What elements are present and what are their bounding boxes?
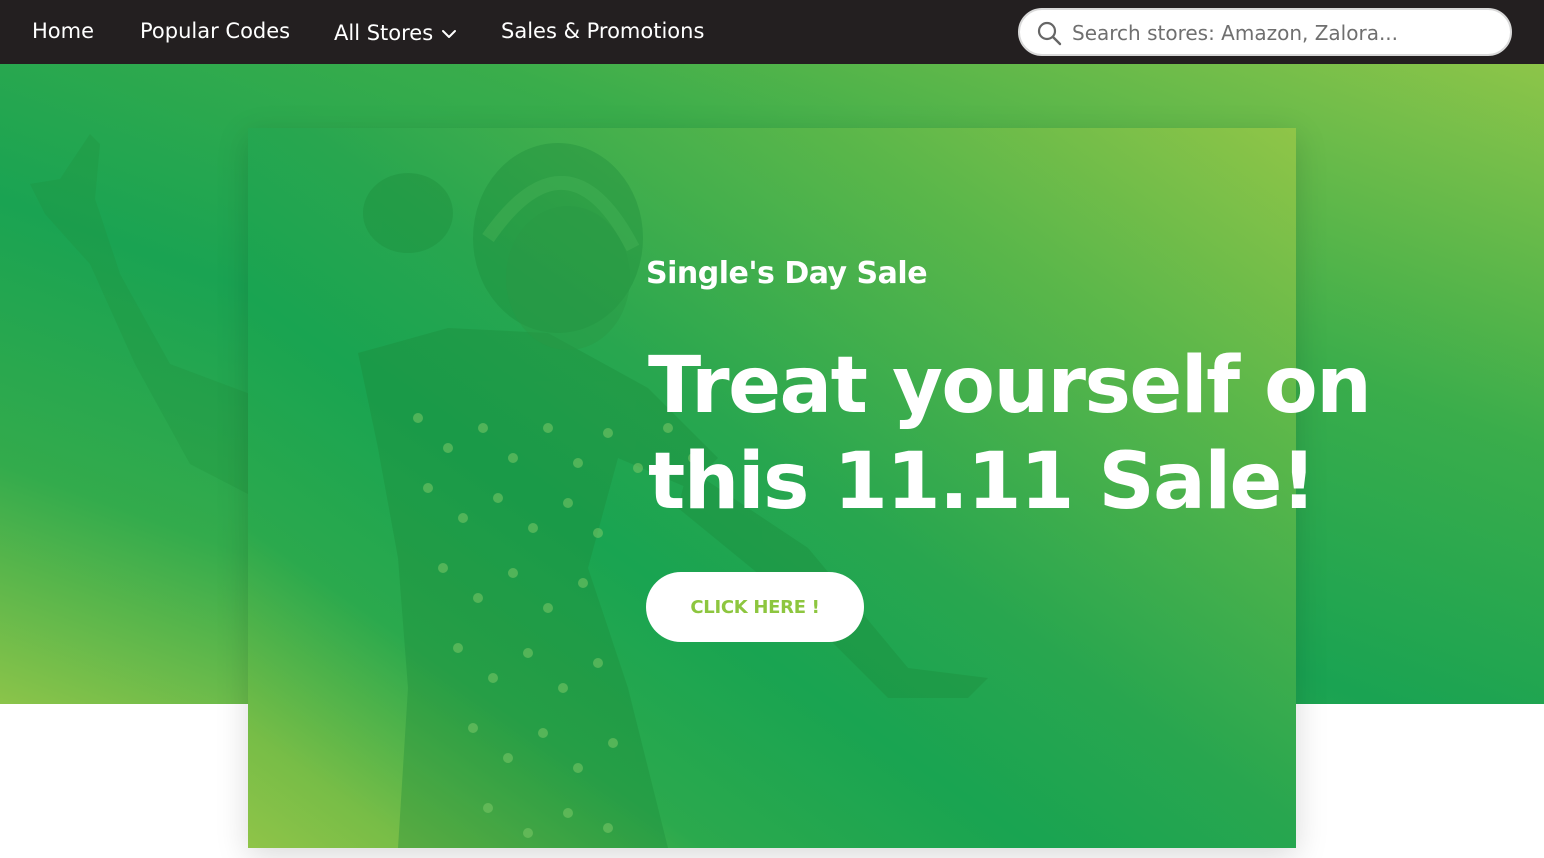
- search-icon: [1037, 21, 1062, 46]
- click-here-button[interactable]: CLICK HERE !: [646, 572, 864, 642]
- search-input[interactable]: [1070, 10, 1494, 56]
- top-navbar: Home Popular Codes All Stores Sales & Pr…: [0, 0, 1544, 64]
- nav-all-stores[interactable]: All Stores: [334, 19, 458, 47]
- nav-all-stores-label: All Stores: [334, 21, 434, 45]
- hero-headline: Treat yourself on this 11.11 Sale!: [648, 341, 1372, 527]
- search-box: [1018, 8, 1512, 56]
- nav-popular-codes[interactable]: Popular Codes: [140, 17, 290, 45]
- nav-sales-promotions[interactable]: Sales & Promotions: [501, 17, 704, 45]
- chevron-down-icon: [442, 30, 457, 38]
- hero-eyebrow: Single's Day Sale: [646, 256, 928, 291]
- nav-home[interactable]: Home: [32, 17, 94, 45]
